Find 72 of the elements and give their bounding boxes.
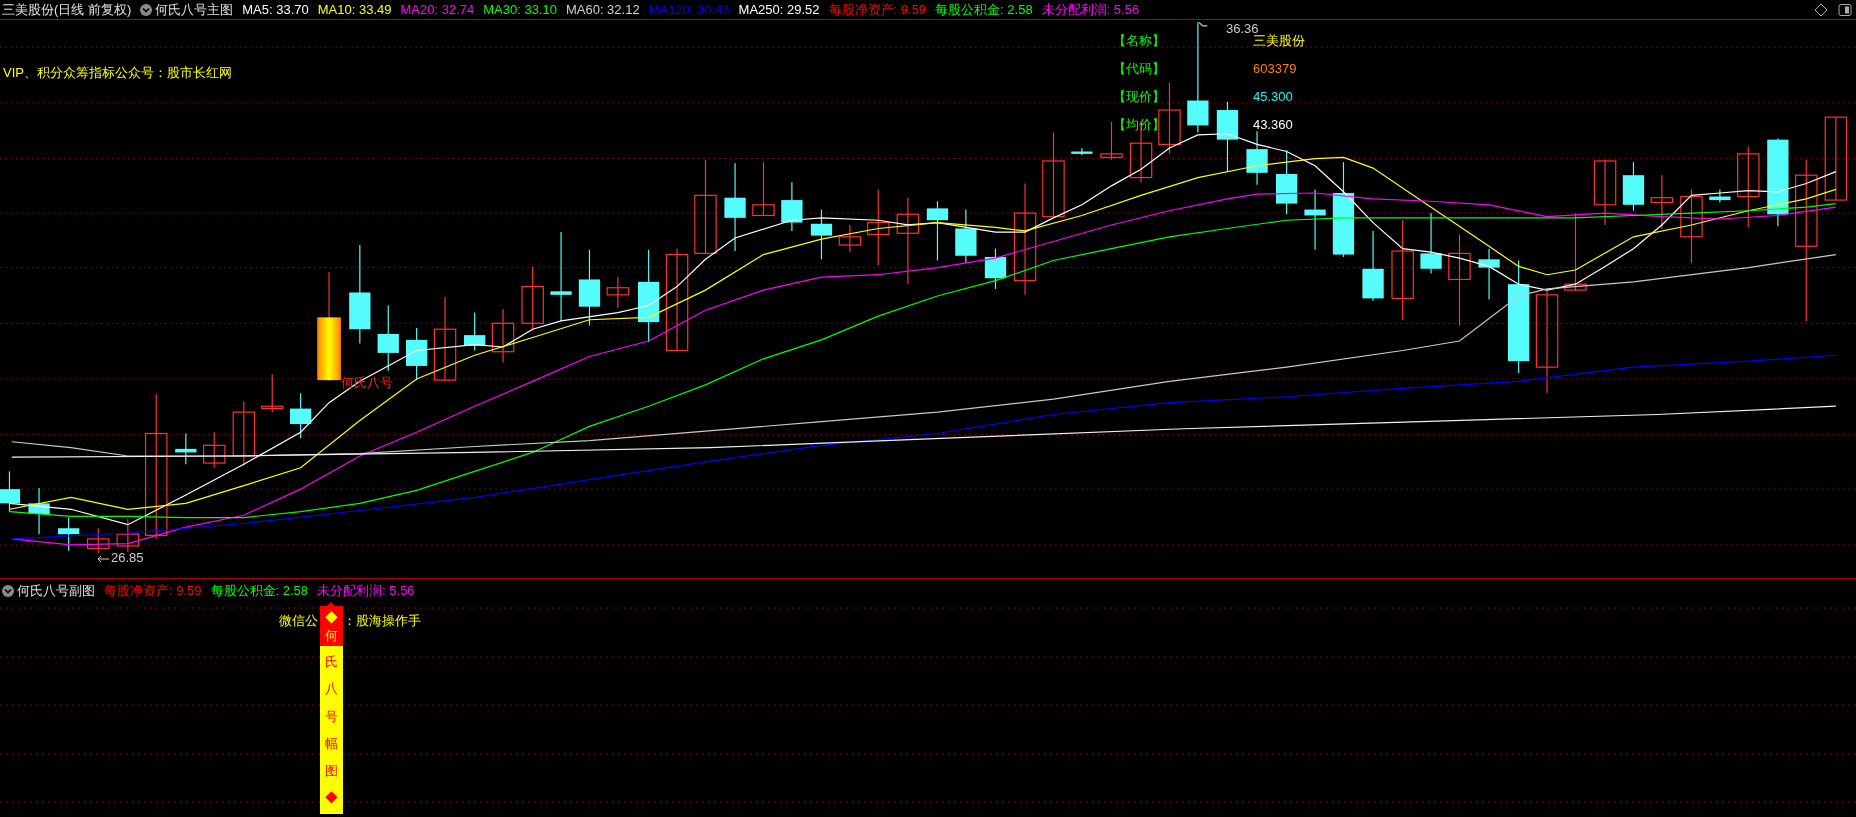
leader-line (1198, 21, 1208, 27)
wechat-text: 微信公 (279, 612, 318, 630)
info-value: 43.360 (1253, 116, 1293, 134)
moving-average-value: MA10: 33.49 (317, 0, 392, 19)
collapse-icon[interactable] (140, 3, 153, 16)
finance-value: 每股公积金: 2.58 (935, 0, 1033, 19)
candlestick (87, 527, 110, 554)
candlestick (1071, 147, 1093, 156)
info-label: 【现价】 (1113, 88, 1165, 106)
moving-average-value: MA30: 33.10 (483, 0, 557, 19)
info-label: 【名称】 (1113, 32, 1165, 50)
moving-average-value: MA5: 33.70 (242, 0, 309, 19)
indicator-name: 何氏八号主图 (155, 0, 234, 19)
candlestick (1420, 212, 1442, 275)
info-value: 603379 (1253, 60, 1297, 78)
info-value: 三美股份 (1253, 33, 1305, 50)
candlestick (1478, 248, 1500, 301)
candlestick (464, 312, 486, 352)
diamond-icon[interactable] (1814, 3, 1828, 16)
finance-value: 每股净资产: 9.59 (104, 581, 202, 600)
candlestick (984, 248, 1007, 290)
info-label: 【代码】 (1113, 60, 1165, 78)
stock-title: 三美股份(日线 前复权) (2, 0, 132, 19)
candlestick (752, 161, 775, 217)
vertical-label: 氏八号幅图◆ (325, 653, 338, 808)
candlestick (232, 400, 256, 467)
vertical-label: ◆何 (325, 609, 338, 645)
candlestick (1362, 230, 1384, 302)
wechat-account-text: ：股海操作手 (343, 612, 421, 630)
finance-value: 每股公积金: 2.58 (210, 581, 309, 600)
moving-average-value: MA60: 32.12 (565, 0, 640, 19)
candlestick (1100, 121, 1123, 161)
candlestick (810, 208, 833, 260)
indicator-name: 何氏八号副图 (17, 581, 95, 600)
candlestick (203, 431, 226, 469)
promo-text: VIP、积分众筹指标公众号：股市长红网 (3, 64, 232, 82)
candlestick (0, 470, 21, 513)
finance-value: 每股净资产: 9.59 (828, 0, 927, 19)
candlestick (175, 432, 197, 465)
candlestick (1650, 174, 1674, 230)
panel-toggle-icon[interactable] (1838, 3, 1852, 16)
candlestick (1246, 130, 1268, 186)
moving-average-value: MA250: 29.52 (738, 0, 820, 19)
high-price-label: 36.36 (1226, 20, 1259, 36)
candlestick (28, 487, 50, 535)
candlestick (116, 518, 140, 553)
candlestick (290, 392, 312, 439)
candlestick (1622, 161, 1645, 212)
moving-average-value: MA120: 30.43 (648, 0, 730, 19)
candlestick (58, 517, 80, 552)
candlestick (838, 224, 862, 253)
candlestick (1304, 188, 1326, 251)
candlestick (1216, 101, 1239, 173)
candlestick (1709, 188, 1731, 204)
candlestick (491, 308, 515, 363)
moving-average-value: MA20: 32.74 (400, 0, 475, 19)
candlestick (926, 200, 949, 262)
candlestick (955, 208, 977, 264)
candlestick (521, 265, 544, 331)
low-price-label: 26.85 (111, 549, 144, 567)
finance-value: 未分配利润: 5.56 (317, 581, 415, 600)
candlestick (1593, 159, 1617, 226)
collapse-icon[interactable] (2, 584, 14, 597)
arrow-icon (96, 554, 110, 564)
candlestick (781, 181, 803, 232)
candlestick (261, 373, 284, 413)
candlestick (406, 327, 428, 381)
candlestick (377, 304, 399, 372)
info-value: 45.300 (1253, 88, 1293, 106)
candlestick (1276, 149, 1298, 215)
candlestick (606, 276, 630, 309)
finance-value: 未分配利润: 5.56 (1041, 0, 1140, 19)
